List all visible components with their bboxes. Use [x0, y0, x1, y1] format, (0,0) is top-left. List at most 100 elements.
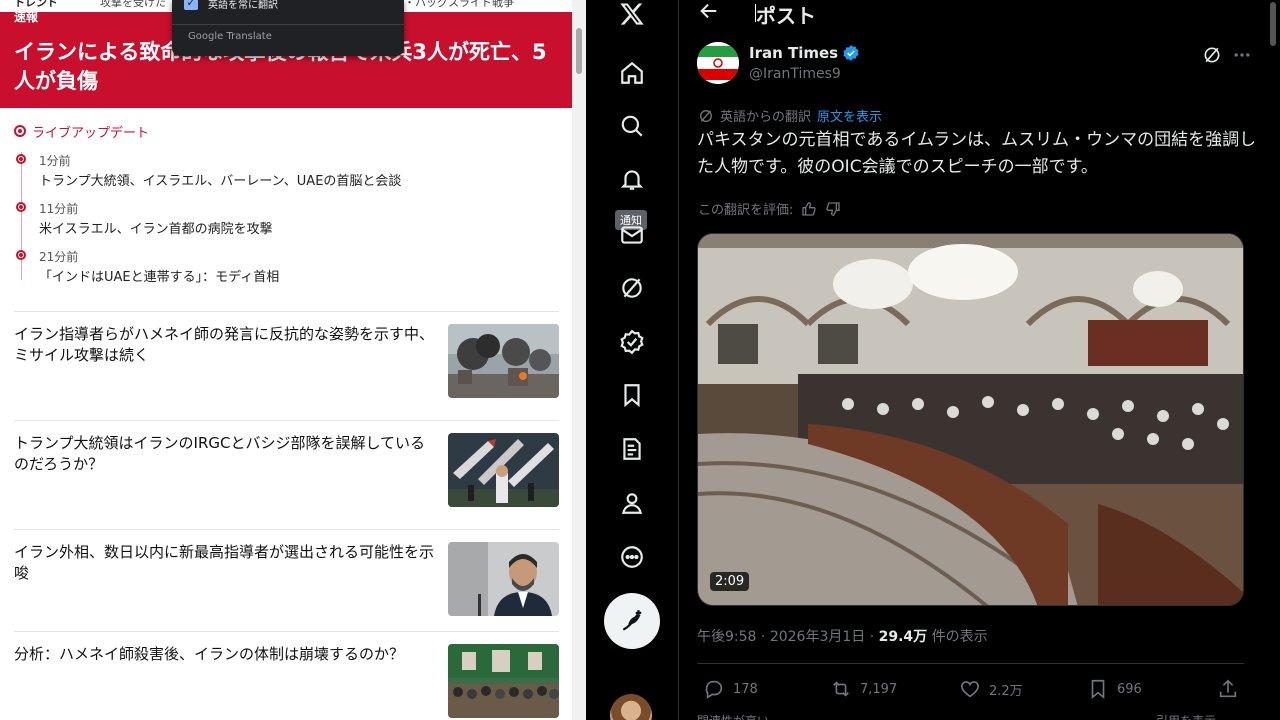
- bookmark-count: 696: [1117, 681, 1142, 697]
- news-site-pane: トレンド 攻撃を受けた ・ハッグスライド戦争 速報 イランによる致命的な攻撃後の…: [0, 0, 572, 720]
- trend-link[interactable]: 攻撃を受けた: [100, 0, 166, 10]
- page-title: ポスト: [756, 4, 816, 28]
- tweet-meta: 午後9:58 · 2026年3月1日 · 29.4万 件の表示: [697, 626, 988, 646]
- tweet-text: パキスタンの元首相であるイムランは、ムスリム・ウンマの団結を強調した人物です。彼…: [697, 130, 1257, 177]
- home-icon[interactable]: [604, 51, 660, 95]
- always-translate-label[interactable]: 英語を常に翻訳: [208, 0, 278, 11]
- live-updates-title: ライブアップデート: [32, 125, 150, 141]
- reply-sort-label[interactable]: 関連性が高い: [697, 712, 769, 720]
- grok-icon[interactable]: [604, 266, 660, 310]
- grok-explain-icon[interactable]: [1202, 45, 1222, 65]
- search-icon[interactable]: [604, 104, 660, 148]
- breaking-tag: 速報: [14, 10, 39, 24]
- thumbs-up-icon[interactable]: [801, 201, 817, 217]
- article-thumbnail-crowd[interactable]: [448, 644, 559, 718]
- timeline-line: [21, 152, 22, 280]
- rate-translation-row: この翻訳を評価:: [698, 199, 841, 218]
- left-scrollbar-thumb[interactable]: [576, 28, 582, 74]
- thumbs-down-icon[interactable]: [825, 201, 841, 217]
- live-updates: ライブアップデート 1分前 トランプ大統領、イスラエル、バーレーン、UAEの首脳…: [14, 122, 559, 285]
- author-name[interactable]: Iran Times: [749, 44, 860, 62]
- timeline-dot-icon: [16, 154, 26, 164]
- meta-separator: ·: [869, 629, 879, 645]
- popup-divider: [172, 24, 404, 25]
- video-frame: [698, 234, 1243, 605]
- live-update-text[interactable]: 「インドはUAEと連帯する」：モディ首相: [39, 266, 279, 285]
- bookmark-icon: [1091, 679, 1105, 700]
- messages-icon[interactable]: [604, 213, 660, 257]
- article-card[interactable]: イラン指導者らがハメネイ師の発言に反抗的な姿勢を示す中、ミサイル攻撃は続く: [14, 311, 559, 403]
- more-horizontal-icon[interactable]: [1232, 45, 1252, 65]
- heart-icon: [960, 681, 980, 698]
- compose-post-button[interactable]: [604, 593, 660, 649]
- article-card[interactable]: トランプ大統領はイランのIRGCとバシジ部隊を誤解しているのだろうか？: [14, 420, 559, 512]
- feather-plus-icon: [622, 610, 642, 631]
- meta-divider: [697, 663, 1244, 664]
- article-title[interactable]: 分析：ハメネイ師殺害後、イランの体制は崩壊するのか？: [14, 644, 436, 665]
- tweet-video[interactable]: 2:09: [697, 233, 1244, 606]
- live-update-time: 11分前: [39, 202, 79, 216]
- bookmarks-icon[interactable]: [604, 373, 660, 417]
- show-original-link[interactable]: 原文を表示: [817, 106, 882, 125]
- share-icon: [1219, 679, 1237, 698]
- back-arrow-icon[interactable]: [698, 0, 724, 24]
- article-thumbnail-smoke[interactable]: [448, 324, 559, 398]
- tweet-time[interactable]: 午後9:58: [697, 629, 756, 645]
- timeline-dot-icon: [16, 202, 26, 212]
- timeline-dot-icon: [16, 250, 26, 260]
- live-updates-heading[interactable]: ライブアップデート: [14, 122, 559, 141]
- translation-notice: 英語からの翻訳 原文を表示: [698, 106, 882, 125]
- share-button[interactable]: [1217, 678, 1247, 700]
- like-count: 2.2万: [989, 683, 1023, 699]
- author-name-text[interactable]: Iran Times: [749, 44, 838, 62]
- article-thumbnail-minister[interactable]: [448, 542, 559, 616]
- notifications-bell-icon[interactable]: [604, 157, 660, 201]
- article-title[interactable]: トランプ大統領はイランのIRGCとバシジ部隊を誤解しているのだろうか？: [14, 433, 436, 475]
- grok-small-icon: [700, 109, 712, 122]
- right-scrollbar-thumb[interactable]: [1270, 2, 1276, 46]
- meta-separator: ·: [760, 629, 770, 645]
- tweet-date[interactable]: 2026年3月1日: [770, 629, 865, 645]
- left-scrollbar[interactable]: [572, 0, 586, 720]
- x-nav-rail: 通知: [586, 0, 679, 720]
- live-dot-icon: [14, 125, 26, 137]
- live-update-text[interactable]: トランプ大統領、イスラエル、バーレーン、UAEの首脳と会談: [39, 170, 401, 189]
- checkbox-checked-icon[interactable]: ✓: [184, 0, 198, 10]
- article-title[interactable]: イラン指導者らがハメネイ師の発言に反抗的な姿勢を示す中、ミサイル攻撃は続く: [14, 324, 436, 366]
- profile-icon[interactable]: [604, 481, 660, 525]
- more-options-icon[interactable]: [604, 535, 660, 579]
- x-logo-icon[interactable]: [604, 0, 660, 36]
- google-translate-brand: Google Translate: [188, 31, 272, 42]
- reply-button[interactable]: 178: [703, 678, 758, 700]
- author-handle[interactable]: @IranTimes9: [749, 66, 841, 82]
- post-detail: ポスト Iran Times @IranTimes9 英語からの翻訳 原文を表示…: [680, 0, 1266, 720]
- trend-link-2[interactable]: ・ハッグスライド戦争: [404, 0, 514, 10]
- repost-count: 7,197: [860, 681, 898, 697]
- views-label: 件の表示: [931, 629, 988, 645]
- account-avatar[interactable]: [610, 694, 652, 720]
- article-card[interactable]: イラン外相、数日以内に新最高指導者が選出される可能性を示唆: [14, 529, 559, 621]
- repost-button[interactable]: 7,197: [830, 678, 897, 700]
- reply-icon: [705, 680, 723, 699]
- view-quotes-link[interactable]: 引用を表示: [1156, 712, 1216, 720]
- bookmark-button[interactable]: 696: [1087, 678, 1142, 700]
- translated-from-label: 英語からの翻訳: [720, 110, 812, 125]
- article-thumbnail-missiles[interactable]: [448, 433, 559, 507]
- verified-orgs-icon[interactable]: [604, 320, 660, 364]
- articles-icon[interactable]: [604, 427, 660, 471]
- google-translate-popup: ✓ 英語を常に翻訳 Google Translate: [172, 0, 404, 56]
- article-card[interactable]: 分析：ハメネイ師殺害後、イランの体制は崩壊するのか？: [14, 631, 559, 720]
- view-count: 29.4万: [878, 629, 928, 645]
- like-button[interactable]: 2.2万: [959, 678, 1023, 700]
- repost-icon: [833, 681, 849, 697]
- video-duration: 2:09: [710, 572, 750, 591]
- author-avatar-flag[interactable]: [697, 42, 739, 84]
- live-update-text[interactable]: 米イスラエル、イラン首都の病院を攻撃: [39, 218, 273, 237]
- reply-count: 178: [733, 681, 758, 697]
- live-update-time: 21分前: [39, 250, 79, 264]
- right-scrollbar[interactable]: [1266, 0, 1280, 720]
- verified-badge-icon: [843, 45, 859, 61]
- rate-translation-label: この翻訳を評価:: [698, 203, 794, 218]
- article-title[interactable]: イラン外相、数日以内に新最高指導者が選出される可能性を示唆: [14, 542, 436, 584]
- live-update-time: 1分前: [39, 154, 71, 168]
